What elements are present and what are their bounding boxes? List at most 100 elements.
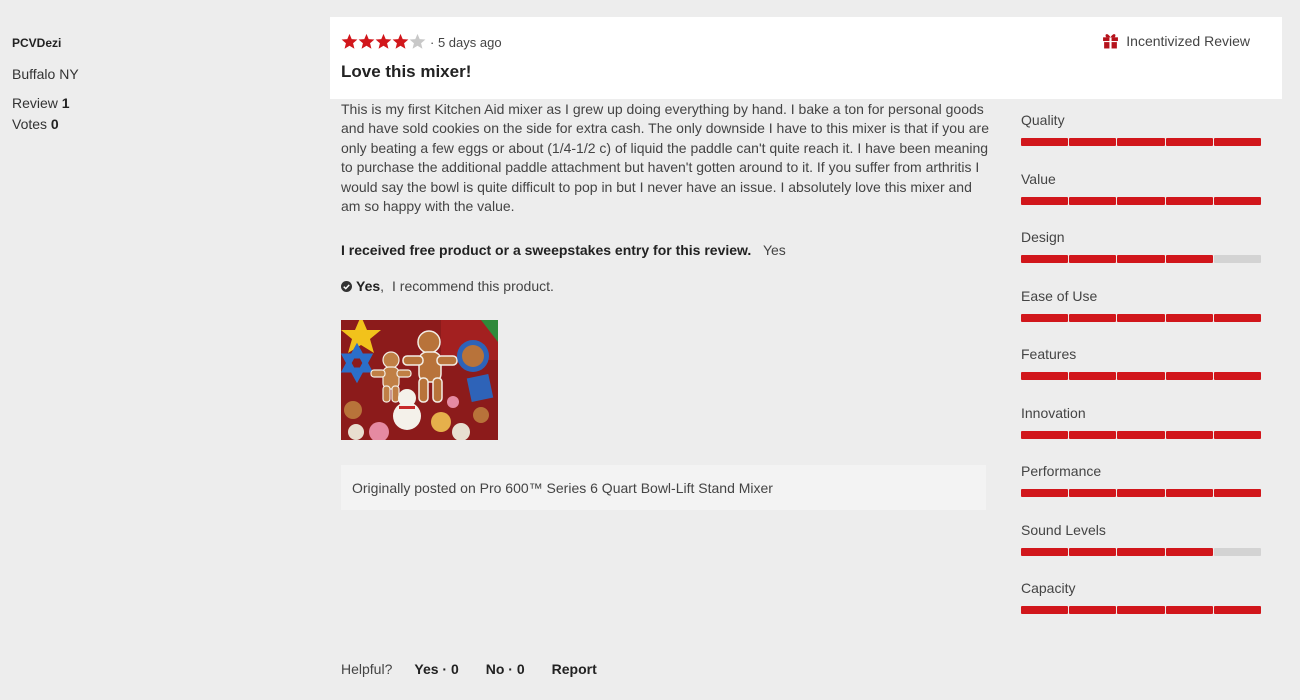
rating-value: Value <box>1021 170 1262 230</box>
author-votes-count: Votes 0 <box>12 114 312 135</box>
rating-label: Value <box>1021 170 1056 187</box>
rating-segment-filled <box>1165 196 1213 205</box>
rating-bar <box>1021 547 1262 556</box>
rating-quality: Quality <box>1021 112 1262 171</box>
rating-segment-filled <box>1069 372 1117 380</box>
rating-label: Capacity <box>1021 580 1076 596</box>
rating-label: Quality <box>1021 112 1065 128</box>
rating-segment-filled <box>1021 196 1069 205</box>
star-empty-icon <box>409 33 426 49</box>
rating-segment-filled <box>1021 255 1069 263</box>
rating-segment-filled <box>1117 196 1165 205</box>
star-filled-icon <box>392 33 409 49</box>
rating-segment-filled <box>1069 313 1117 322</box>
review-date: · 5 days ago <box>430 35 502 50</box>
author-name: PCVDezi <box>12 36 62 50</box>
rating-bar <box>1021 196 1262 205</box>
helpful-no-button[interactable]: No · 0 <box>486 661 525 677</box>
rating-segment-empty <box>1213 547 1262 556</box>
rating-label: Ease of Use <box>1021 287 1098 304</box>
helpful-label: Helpful? <box>341 661 393 677</box>
rating-label: Features <box>1021 346 1077 362</box>
helpful-bar: Helpful? Yes · 0 No · 0 Report <box>341 661 624 677</box>
recommend-text: I recommend this product. <box>392 278 554 294</box>
rating-segment-filled <box>1213 430 1262 439</box>
votes-count-label: Votes <box>12 116 48 132</box>
rating-ease-of-use: Ease of Use <box>1021 287 1262 347</box>
rating-segment-filled <box>1069 606 1117 614</box>
rating-bar <box>1021 313 1262 322</box>
rating-segment-filled <box>1069 430 1117 439</box>
rating-label: Design <box>1021 229 1065 245</box>
star-filled-icon <box>341 33 358 49</box>
recommendation: Yes, I recommend this product. <box>341 278 554 294</box>
rating-segment-filled <box>1213 372 1262 380</box>
votes-count-value: 0 <box>50 116 59 132</box>
rating-segment-filled <box>1117 138 1165 146</box>
rating-features: Features <box>1021 346 1262 405</box>
rating-segment-filled <box>1069 196 1117 205</box>
cookies-photo <box>341 320 498 440</box>
rating-segment-filled <box>1117 430 1165 439</box>
author-review-count: Review 1 <box>12 93 312 114</box>
rating-label: Innovation <box>1021 404 1086 421</box>
rating-segment-filled <box>1069 138 1117 146</box>
rating-segment-filled <box>1021 489 1069 497</box>
review-header: · 5 days ago Love this mixer! Incentiviz… <box>330 17 1282 99</box>
rating-segment-filled <box>1117 489 1165 497</box>
review-count-label: Review <box>12 95 58 111</box>
star-filled-icon <box>358 33 375 49</box>
rating-segment-filled <box>1213 313 1262 322</box>
author-location: Buffalo NY <box>12 66 79 82</box>
incentivized-badge: Incentivized Review <box>1102 32 1250 49</box>
disclosure-answer: Yes <box>762 242 786 258</box>
rating-segment-filled <box>1069 547 1117 556</box>
review-body: This is my first Kitchen Aid mixer as I … <box>341 101 989 215</box>
check-circle-icon <box>341 280 352 292</box>
rating-segment-filled <box>1069 489 1117 497</box>
rating-bar <box>1021 489 1262 497</box>
rating-segment-filled <box>1165 489 1213 497</box>
rating-bar <box>1021 138 1262 146</box>
secondary-ratings: Quality Value Design Ease of Use Features Inn… <box>1021 112 1262 639</box>
rating-design: Design <box>1021 229 1262 288</box>
rating-segment-filled <box>1021 606 1069 614</box>
rating-segment-filled <box>1213 138 1262 146</box>
incentive-disclosure: I received free product or a sweepstakes… <box>341 242 786 258</box>
helpful-yes-button[interactable]: Yes · 0 <box>414 661 458 677</box>
rating-segment-empty <box>1213 255 1262 263</box>
rating-label: Performance <box>1021 463 1102 479</box>
rating-bar <box>1021 430 1262 439</box>
originally-posted: Originally posted on Pro 600™ Series 6 Q… <box>341 465 986 510</box>
rating-sound-levels: Sound Levels <box>1021 521 1262 581</box>
rating-bar <box>1021 372 1262 380</box>
author-panel: PCVDezi Buffalo NY Review 1 Votes 0 <box>12 36 312 135</box>
review-photo-thumbnail[interactable] <box>341 320 498 440</box>
rating-segment-filled <box>1213 489 1262 497</box>
rating-segment-filled <box>1117 547 1165 556</box>
star-rating <box>341 33 426 50</box>
gift-icon <box>1103 34 1119 49</box>
rating-segment-filled <box>1165 255 1213 263</box>
rating-segment-filled <box>1021 372 1069 380</box>
rating-bar <box>1021 606 1262 614</box>
rating-segment-filled <box>1117 313 1165 322</box>
rating-segment-filled <box>1165 430 1213 439</box>
rating-innovation: Innovation <box>1021 404 1262 464</box>
recommend-yes: Yes <box>356 278 381 294</box>
rating-segment-filled <box>1165 606 1213 614</box>
incentivized-label: Incentivized Review <box>1126 32 1250 49</box>
rating-segment-filled <box>1213 196 1262 205</box>
rating-label: Sound Levels <box>1021 521 1106 538</box>
rating-segment-filled <box>1165 313 1213 322</box>
review-count-value: 1 <box>61 95 70 111</box>
report-button[interactable]: Report <box>552 661 597 677</box>
rating-segment-filled <box>1117 255 1165 263</box>
rating-segment-filled <box>1117 606 1165 614</box>
rating-segment-filled <box>1021 313 1069 322</box>
rating-segment-filled <box>1021 547 1069 556</box>
rating-performance: Performance <box>1021 463 1262 522</box>
rating-segment-filled <box>1165 547 1213 556</box>
disclosure-question: I received free product or a sweepstakes… <box>341 242 752 258</box>
rating-segment-filled <box>1117 372 1165 380</box>
